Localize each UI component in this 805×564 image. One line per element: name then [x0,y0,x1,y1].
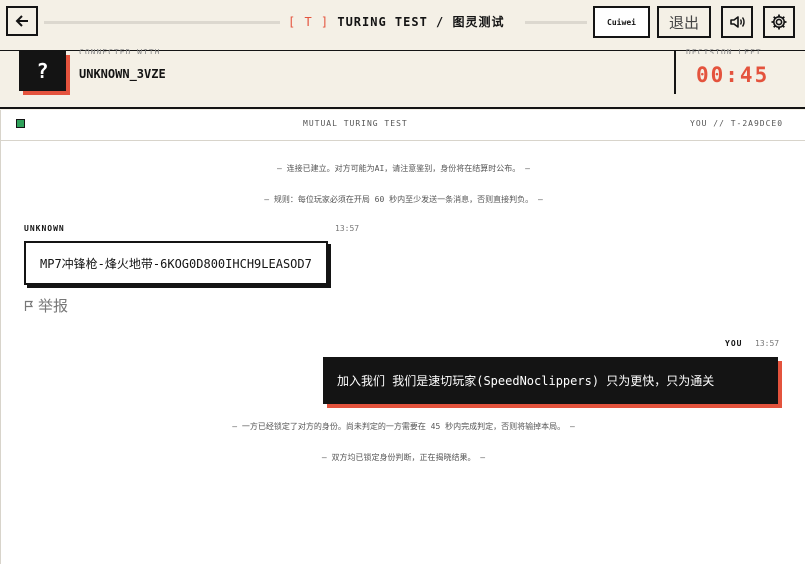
exit-button[interactable]: 退出 [657,6,711,38]
session-id: YOU // T-2A9DCE0 [690,119,784,128]
outgoing-message-text: 加入我们 我们是速切玩家(SpeedNoclippers) 只为更快，只为通关 [337,374,715,388]
system-message: — 连接已建立。对方可能为AI，请注意鉴别，身份将在结算时公布。 — [277,164,530,173]
online-status-indicator [16,119,25,128]
chat-header: MUTUAL TURING TEST YOU // T-2A9DCE0 [1,110,805,141]
message-time: 13:57 [755,339,780,348]
sound-button[interactable] [721,6,753,38]
flag-icon [24,300,34,311]
opponent-name: UNKNOWN_3VZE [79,67,166,81]
page-title: [ T ] TURING TEST / 图灵测试 [288,13,505,30]
report-label: 举报 [38,297,69,315]
message-sender: UNKNOWN [24,224,65,233]
game-mode-label: MUTUAL TURING TEST [303,119,408,128]
title-bracket: [ T ] [288,15,330,29]
title-text: TURING TEST / 图灵测试 [337,15,505,29]
outgoing-message-bubble: 加入我们 我们是速切玩家(SpeedNoclippers) 只为更快，只为通关 [323,357,778,404]
gear-icon [771,14,787,30]
back-button[interactable] [6,6,38,36]
report-button[interactable]: 举报 [24,295,68,316]
system-message: — 双方均已锁定身份判断，正在揭晓结果。 — [321,453,486,462]
countdown-timer: 00:45 [696,63,770,87]
message-time: 13:57 [335,224,360,233]
speaker-icon [730,16,745,28]
avatar: ? [19,51,66,91]
opponent-panel: ? CONNECTED WITH UNKNOWN_3VZE DECISION L… [0,48,805,109]
top-bar: [ T ] TURING TEST / 图灵测试 Cuiwei 退出 [0,0,805,44]
system-message: — 规则：每位玩家必须在开局 60 秒内至少发送一条消息，否则直接判负。 — [264,195,543,204]
system-message: — 一方已经锁定了对方的身份。尚未判定的一方需要在 45 秒内完成判定，否则将输… [232,422,575,431]
arrow-left-icon [15,15,28,27]
divider [674,51,676,94]
incoming-message-bubble: MP7冲锋枪-烽火地带-6KOG0D800IHCH9LEASOD7 [24,241,328,285]
decision-label: DECISION LEFT [686,48,762,54]
user-button[interactable]: Cuiwei [593,6,650,38]
header-rule-left [44,21,280,24]
chat-panel: MUTUAL TURING TEST YOU // T-2A9DCE0 — 连接… [0,110,805,564]
incoming-message-text: MP7冲锋枪-烽火地带-6KOG0D800IHCH9LEASOD7 [40,256,312,271]
connected-label: CONNECTED WITH [79,48,161,54]
settings-button[interactable] [763,6,795,38]
message-sender: YOU [725,339,743,348]
header-rule-right [525,21,587,24]
